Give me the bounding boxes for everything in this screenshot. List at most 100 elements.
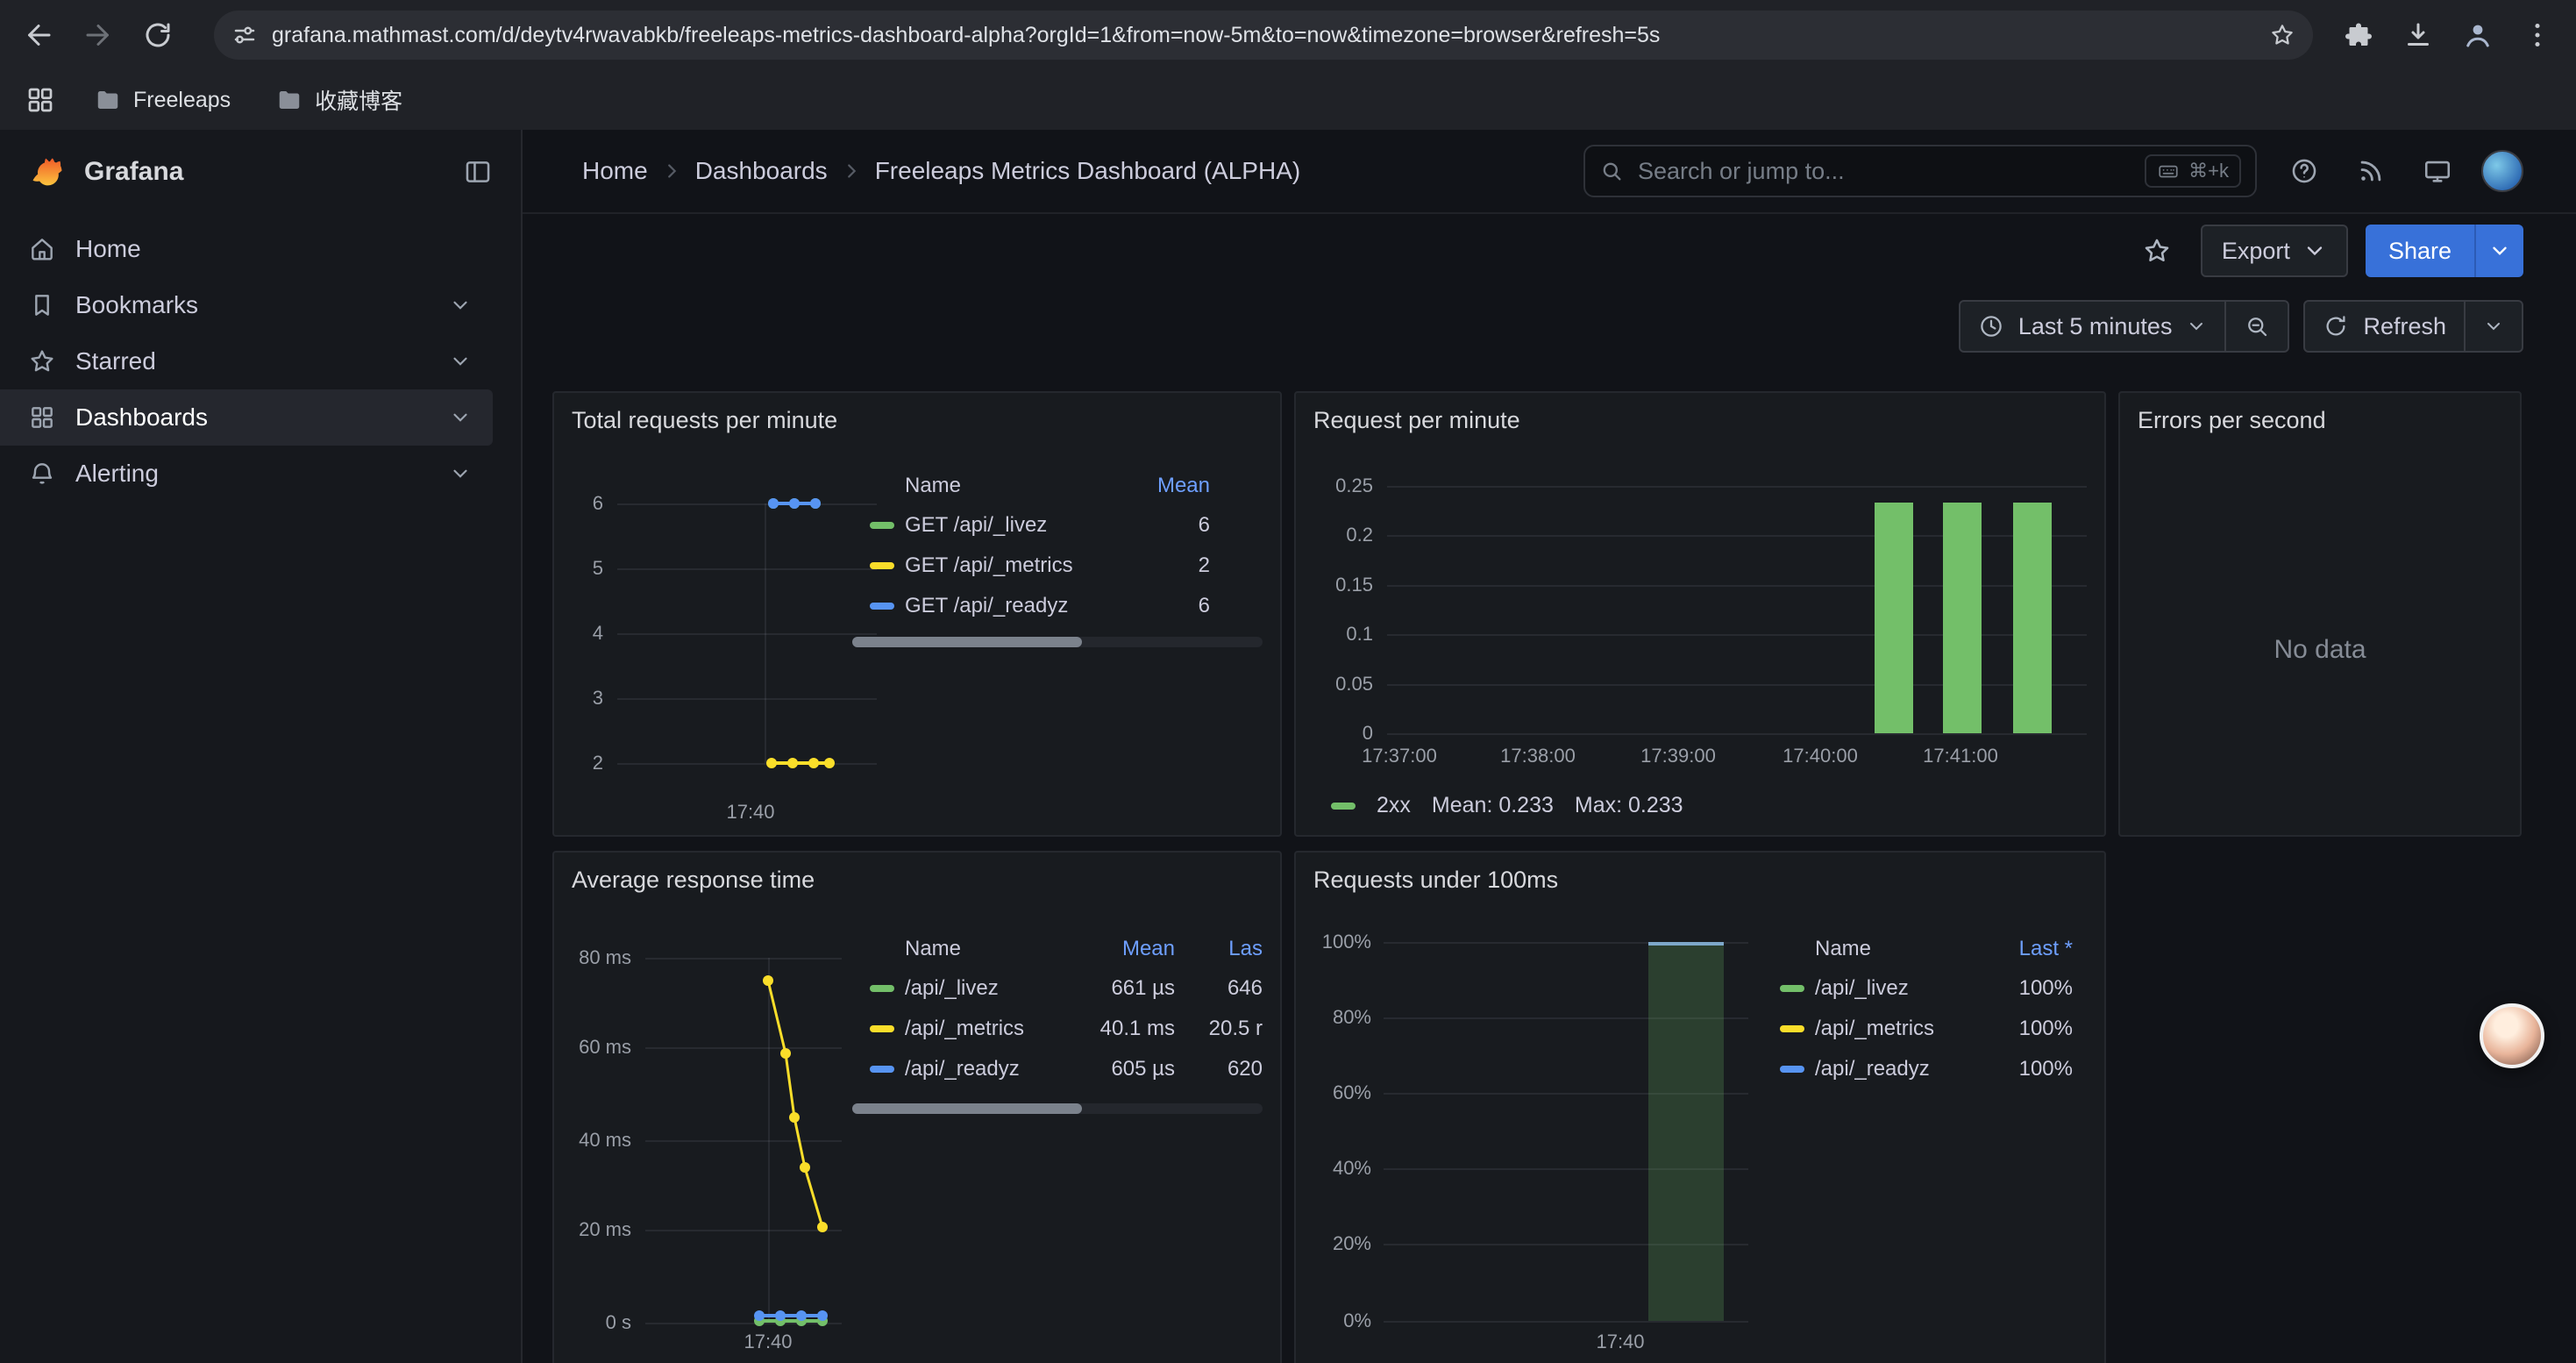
gridline [1384, 1321, 1748, 1323]
bookmark-star-icon[interactable] [2269, 22, 2295, 48]
bar-chart[interactable]: 100%80%60%40%20%0%17:40 [1296, 853, 2104, 1363]
chevron-down-icon[interactable] [449, 294, 472, 317]
gridline [1387, 535, 2087, 537]
legend-row[interactable]: GET /api/_livez 6 [870, 505, 1263, 546]
series-last: 20.5 r [1175, 1017, 1263, 1041]
extensions-icon[interactable] [2330, 7, 2387, 63]
legend-row[interactable]: /api/_metrics 40.1 ms 20.5 r [870, 1009, 1263, 1049]
share-label[interactable]: Share [2366, 225, 2474, 277]
search-input[interactable] [1638, 158, 2131, 185]
back-button[interactable] [11, 7, 67, 63]
panel-title[interactable]: Errors per second [2138, 407, 2502, 434]
browser-toolbar: grafana.mathmast.com/d/deytv4rwavabkb/fr… [0, 0, 2576, 70]
search-box[interactable]: ⌘+k [1583, 145, 2257, 197]
x-axis-label: 17:40 [1578, 1331, 1662, 1352]
refresh-button[interactable]: Refresh [2305, 302, 2464, 351]
url-text[interactable]: grafana.mathmast.com/d/deytv4rwavabkb/fr… [272, 23, 2255, 48]
assistant-avatar[interactable] [2480, 1003, 2544, 1068]
bar-chart[interactable]: 0.250.20.150.10.05017:37:0017:38:0017:39… [1296, 393, 2104, 835]
legend-header-name[interactable]: Name [1780, 937, 1960, 961]
breadcrumb-dashboards[interactable]: Dashboards [695, 157, 828, 185]
apps-grid-icon[interactable] [18, 77, 63, 123]
breadcrumb-current[interactable]: Freeleaps Metrics Dashboard (ALPHA) [875, 157, 1301, 185]
scrollbar-thumb[interactable] [852, 637, 1082, 647]
x-axis-label: 17:41:00 [1908, 746, 2013, 767]
legend-row[interactable]: GET /api/_metrics 2 [870, 546, 1263, 586]
chevron-down-icon[interactable] [449, 350, 472, 373]
monitor-icon[interactable] [2415, 148, 2460, 194]
series-name[interactable]: /api/_metrics [905, 1017, 1070, 1041]
sidebar-item-starred[interactable]: Starred [0, 333, 493, 389]
chevron-down-icon[interactable] [449, 462, 472, 485]
legend-row[interactable]: /api/_readyz 100% [1780, 1049, 2087, 1089]
legend-header-mean[interactable]: Mean [1112, 474, 1210, 498]
scrollbar-thumb[interactable] [852, 1103, 1082, 1114]
sidebar-item-home[interactable]: Home [0, 221, 493, 277]
series-mean: 6 [1112, 594, 1210, 618]
legend-header-last[interactable]: Las [1175, 937, 1263, 961]
series-name[interactable]: /api/_livez [905, 976, 1070, 1001]
reload-button[interactable] [130, 7, 186, 63]
legend-header-last[interactable]: Last * [1960, 937, 2073, 961]
y-axis-label: 40 ms [554, 1130, 631, 1151]
series-name[interactable]: /api/_readyz [1815, 1057, 1960, 1081]
address-bar[interactable]: grafana.mathmast.com/d/deytv4rwavabkb/fr… [214, 11, 2313, 60]
series-name[interactable]: /api/_livez [1815, 976, 1960, 1001]
legend-header-name[interactable]: Name [870, 937, 1070, 961]
bar-2xx [1943, 503, 1982, 733]
legend-header-name[interactable]: Name [870, 474, 1112, 498]
news-rss-icon[interactable] [2348, 148, 2394, 194]
series-last: 100% [1960, 1017, 2073, 1041]
bookmark-folder-freeleaps[interactable]: Freeleaps [81, 82, 245, 118]
sidebar-item-bookmarks[interactable]: Bookmarks [0, 277, 493, 333]
y-axis-label: 20% [1296, 1233, 1371, 1254]
data-point [800, 1162, 810, 1173]
chevron-down-icon[interactable] [449, 406, 472, 429]
sidebar-item-alerting[interactable]: Alerting [0, 446, 493, 502]
gridline [1387, 684, 2087, 686]
legend-row[interactable]: /api/_livez 661 µs 646 [870, 968, 1263, 1009]
grafana-logo[interactable] [28, 153, 67, 191]
share-button[interactable]: Share [2366, 225, 2523, 277]
legend-row[interactable]: /api/_metrics 100% [1780, 1009, 2087, 1049]
export-button[interactable]: Export [2201, 225, 2348, 277]
sidebar-item-dashboards[interactable]: Dashboards [0, 389, 493, 446]
legend-row[interactable]: /api/_readyz 605 µs 620 [870, 1049, 1263, 1089]
legend-header-mean[interactable]: Mean [1070, 937, 1175, 961]
forward-button[interactable] [70, 7, 126, 63]
legend-scrollbar[interactable] [852, 637, 1263, 647]
refresh-label: Refresh [2363, 313, 2446, 340]
bookmark-folder-blog[interactable]: 收藏博客 [262, 79, 416, 121]
profile-avatar[interactable] [2450, 7, 2506, 63]
downloads-icon[interactable] [2390, 7, 2446, 63]
browser-menu-icon[interactable] [2509, 7, 2565, 63]
legend-row[interactable]: GET /api/_readyz 6 [870, 586, 1263, 626]
legend-scrollbar[interactable] [852, 1103, 1263, 1114]
site-settings-icon[interactable] [231, 22, 258, 48]
series-name[interactable]: GET /api/_metrics [905, 553, 1112, 578]
time-range-label: Last 5 minutes [2018, 313, 2173, 340]
gridline [645, 1323, 842, 1324]
bar-2xx [1875, 503, 1913, 733]
user-avatar[interactable] [2481, 150, 2523, 192]
breadcrumb-home[interactable]: Home [582, 157, 648, 185]
dock-menu-icon[interactable] [463, 157, 493, 187]
help-icon[interactable] [2281, 148, 2327, 194]
series-name[interactable]: GET /api/_livez [905, 513, 1112, 538]
legend-row[interactable]: /api/_livez 100% [1780, 968, 2087, 1009]
gridline [645, 1047, 842, 1049]
series-name[interactable]: /api/_readyz [905, 1057, 1070, 1081]
zoom-out-time-button[interactable] [2224, 302, 2288, 351]
folder-icon [276, 87, 302, 113]
gridline [617, 503, 877, 505]
favorite-star-icon[interactable] [2131, 225, 2183, 277]
share-menu-caret[interactable] [2474, 225, 2523, 277]
data-point [780, 1048, 791, 1059]
data-point [789, 498, 800, 509]
series-name[interactable]: 2xx [1377, 793, 1411, 818]
time-range-picker[interactable]: Last 5 minutes [1960, 302, 2225, 351]
series-swatch [870, 522, 894, 529]
series-name[interactable]: /api/_metrics [1815, 1017, 1960, 1041]
series-name[interactable]: GET /api/_readyz [905, 594, 1112, 618]
refresh-interval-caret[interactable] [2464, 302, 2522, 351]
